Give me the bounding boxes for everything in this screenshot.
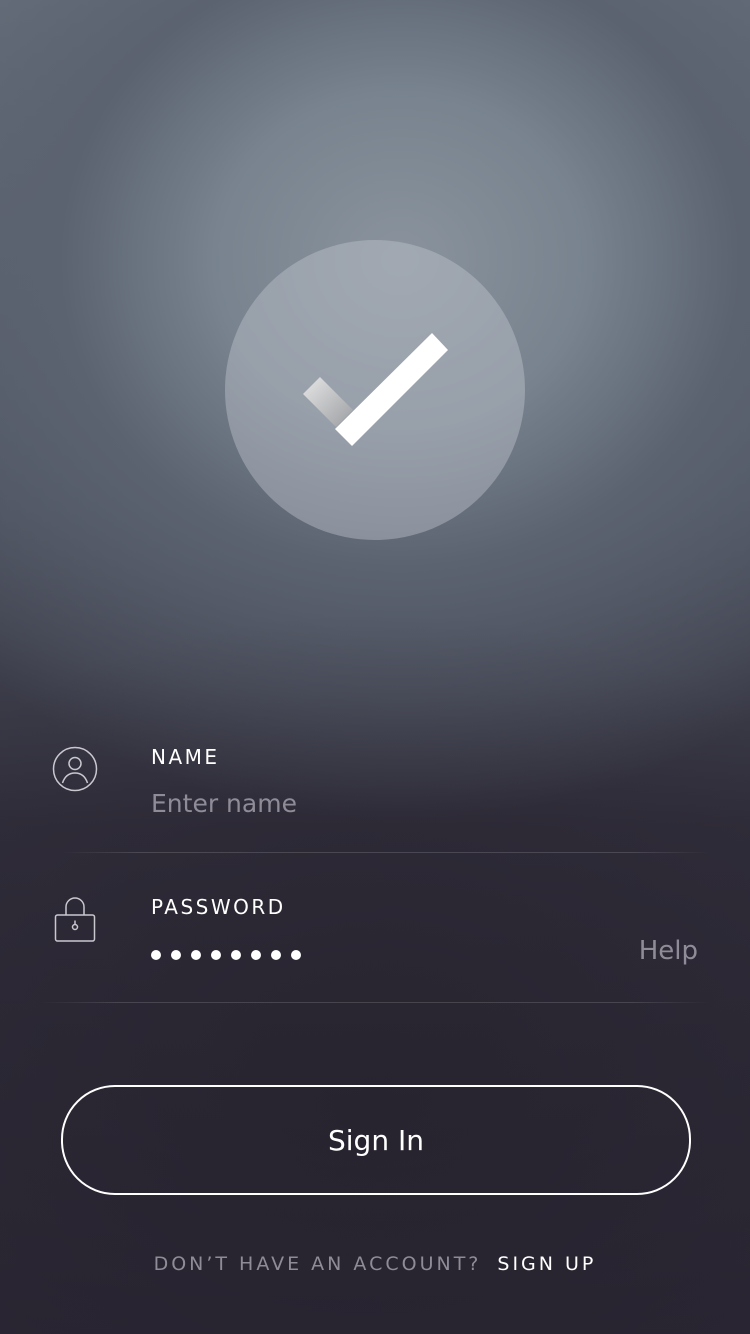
sign-in-label: Sign In — [328, 1123, 424, 1157]
password-label: PASSWORD — [151, 895, 286, 919]
password-mask-dot — [171, 950, 181, 960]
password-mask-dot — [211, 950, 221, 960]
password-input[interactable] — [151, 950, 301, 960]
lock-icon — [54, 894, 96, 948]
name-divider — [60, 852, 710, 853]
checkmark-icon — [303, 333, 448, 446]
password-mask-dot — [251, 950, 261, 960]
password-mask-dot — [191, 950, 201, 960]
signup-prompt: DON’T HAVE AN ACCOUNT? — [153, 1253, 482, 1275]
password-mask-dot — [291, 950, 301, 960]
user-icon — [52, 746, 98, 796]
password-divider — [40, 1002, 710, 1003]
sign-up-link[interactable]: SIGN UP — [497, 1253, 596, 1275]
password-mask-dot — [271, 950, 281, 960]
name-label: NAME — [151, 745, 220, 769]
login-screen: NAME PASSWORD Help Sign In DON’T HAVE AN… — [0, 0, 750, 1334]
help-link[interactable]: Help — [639, 936, 698, 966]
signup-row: DON’T HAVE AN ACCOUNT? SIGN UP — [0, 1253, 750, 1275]
sign-in-button[interactable]: Sign In — [61, 1085, 691, 1195]
password-mask-dot — [231, 950, 241, 960]
password-mask-dot — [151, 950, 161, 960]
name-input[interactable] — [151, 786, 611, 820]
app-logo — [225, 240, 525, 540]
